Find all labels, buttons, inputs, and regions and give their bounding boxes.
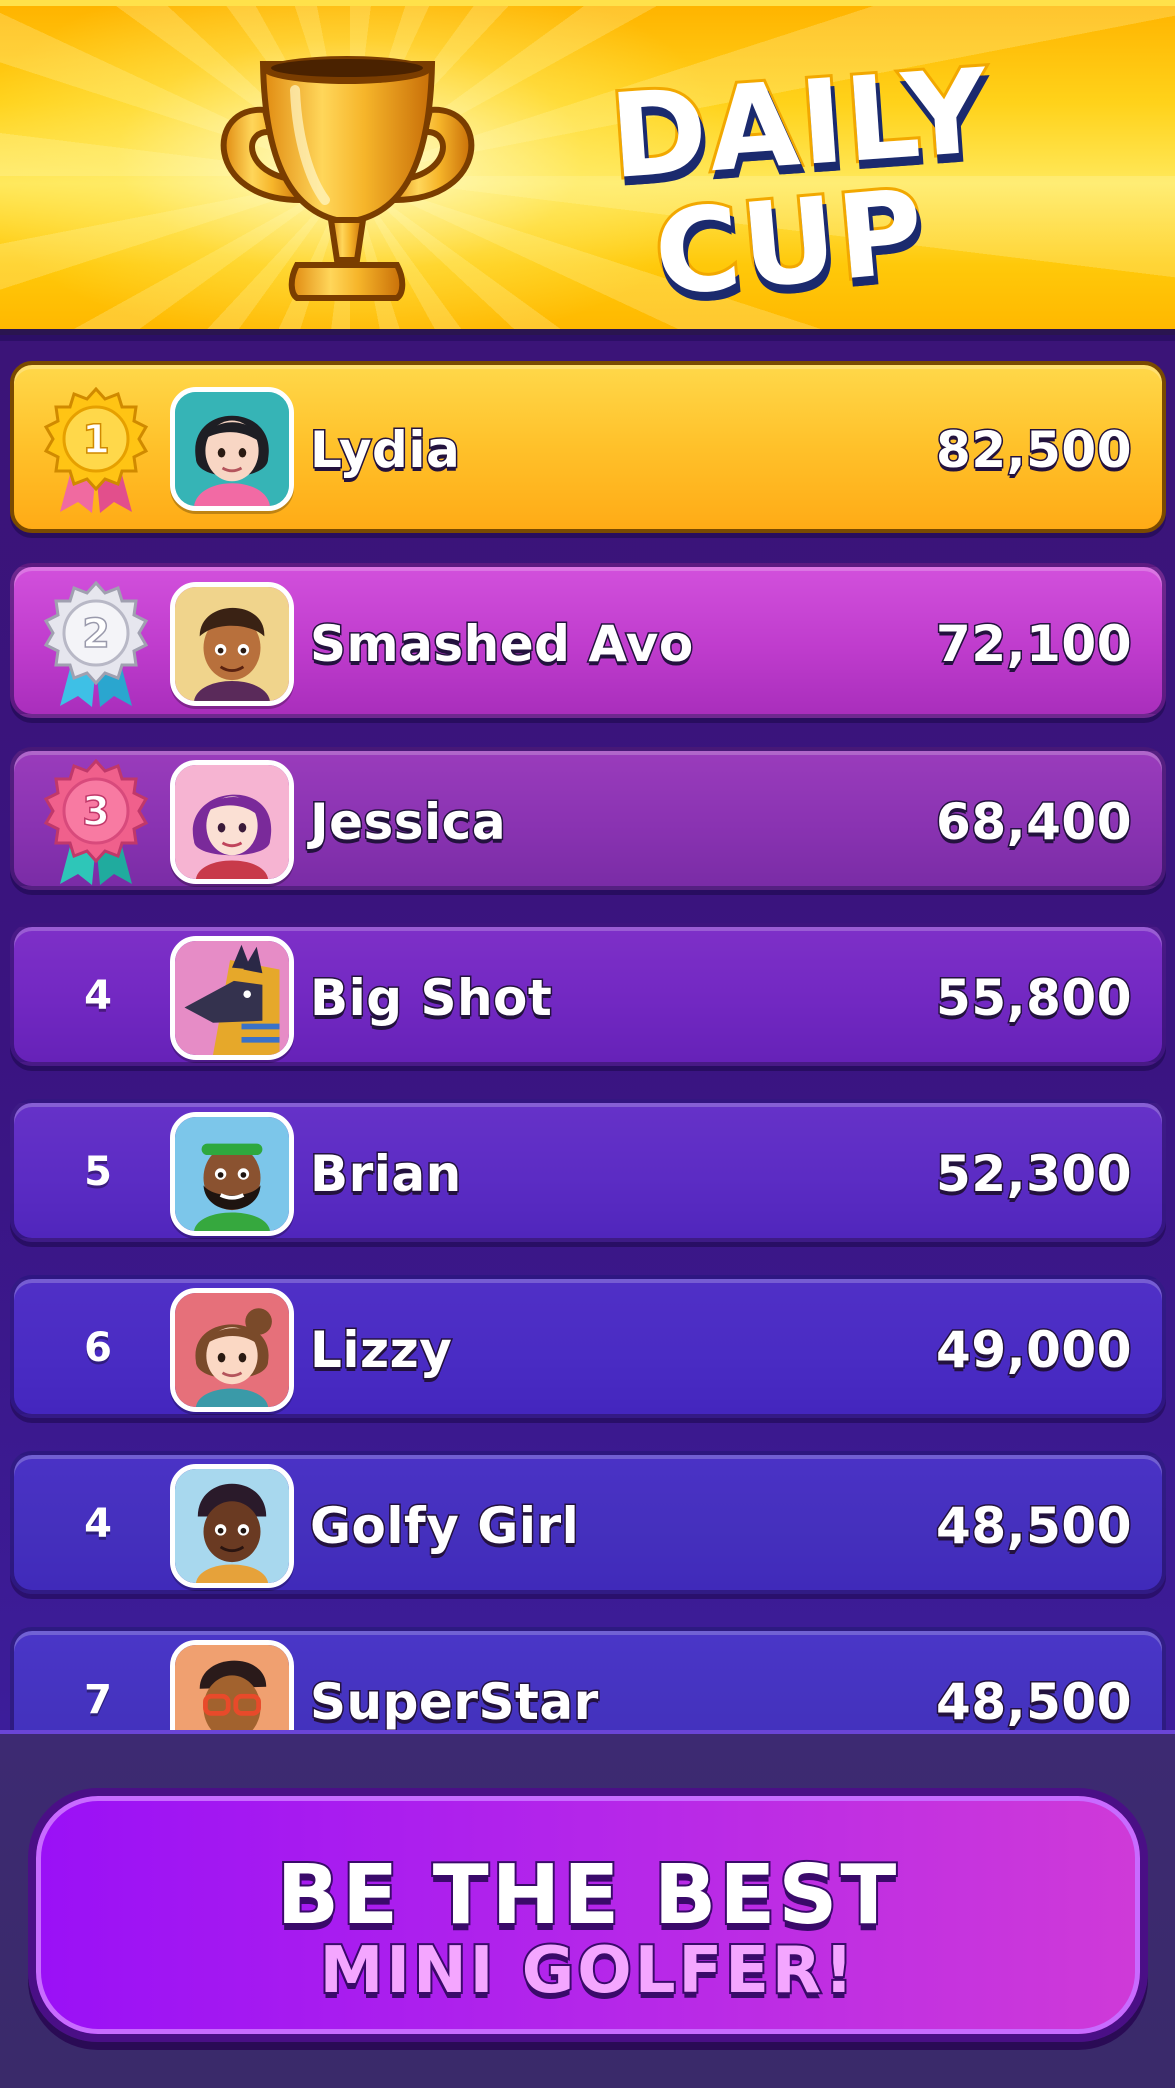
rank-number: 5: [84, 1149, 112, 1195]
leaderboard-row[interactable]: 6 Lizzy 49,000: [10, 1275, 1166, 1418]
leaderboard-row[interactable]: 4 Big Shot 55,800: [10, 923, 1166, 1066]
rank-number: 6: [84, 1325, 112, 1371]
player-score: 68,400: [935, 792, 1133, 853]
avatar: [170, 760, 294, 884]
player-score: 48,500: [935, 1672, 1133, 1731]
svg-text:3: 3: [82, 789, 110, 835]
player-name: Golfy Girl: [308, 1496, 580, 1557]
gold-medal-icon: 1: [43, 387, 149, 513]
leaderboard-row[interactable]: 1 Lydia 82,500: [10, 361, 1166, 533]
svg-text:1: 1: [82, 417, 110, 463]
rank-number: 4: [84, 973, 112, 1019]
daily-cup-header: DAILY CUP: [0, 0, 1175, 335]
avatar: [170, 582, 294, 706]
avatar: [170, 936, 294, 1060]
leaderboard-row[interactable]: 2 Smashed Avo 72,100: [10, 563, 1166, 718]
bronze-medal-icon: 3: [43, 759, 149, 885]
be-the-best-button[interactable]: BE THE BEST MINI GOLFER!: [28, 1788, 1148, 2042]
leaderboard-row[interactable]: 3 Jessica 68,400: [10, 747, 1166, 890]
player-score: 82,500: [935, 420, 1133, 481]
leaderboard-row[interactable]: 5 Brian 52,300: [10, 1099, 1166, 1242]
leaderboard-row[interactable]: 7 SuperStar 48,500: [10, 1627, 1166, 1730]
player-name: Lydia: [308, 420, 461, 481]
player-score: 52,300: [935, 1144, 1133, 1205]
footer-panel: BE THE BEST MINI GOLFER!: [0, 1730, 1175, 2088]
cta-line-2: MINI GOLFER!: [318, 1932, 857, 2010]
leaderboard-row[interactable]: 4 Golfy Girl 48,500: [10, 1451, 1166, 1594]
player-score: 48,500: [935, 1496, 1133, 1557]
avatar: [170, 1464, 294, 1588]
rank-number: 4: [84, 1501, 112, 1547]
trophy-icon: [220, 56, 475, 301]
player-name: Lizzy: [308, 1320, 453, 1381]
player-name: SuperStar: [309, 1672, 600, 1731]
cta-line-1: BE THE BEST: [275, 1846, 900, 1945]
avatar: [170, 387, 294, 511]
svg-text:2: 2: [82, 611, 110, 657]
daily-cup-title: DAILY CUP: [590, 41, 1010, 325]
player-name: Big Shot: [308, 968, 553, 1029]
leaderboard-list[interactable]: 1 Lydia 82,500 2 Smashed Avo 72,100 3 Je…: [0, 341, 1175, 1730]
avatar: [170, 1288, 294, 1412]
player-name: Jessica: [308, 792, 507, 853]
rank-number: 7: [84, 1677, 112, 1723]
player-score: 72,100: [935, 614, 1133, 675]
player-score: 55,800: [935, 968, 1133, 1029]
player-name: Smashed Avo: [309, 614, 695, 675]
player-score: 49,000: [935, 1320, 1133, 1381]
avatar: [170, 1640, 294, 1730]
silver-medal-icon: 2: [43, 581, 149, 707]
player-name: Brian: [309, 1144, 463, 1205]
avatar: [170, 1112, 294, 1236]
